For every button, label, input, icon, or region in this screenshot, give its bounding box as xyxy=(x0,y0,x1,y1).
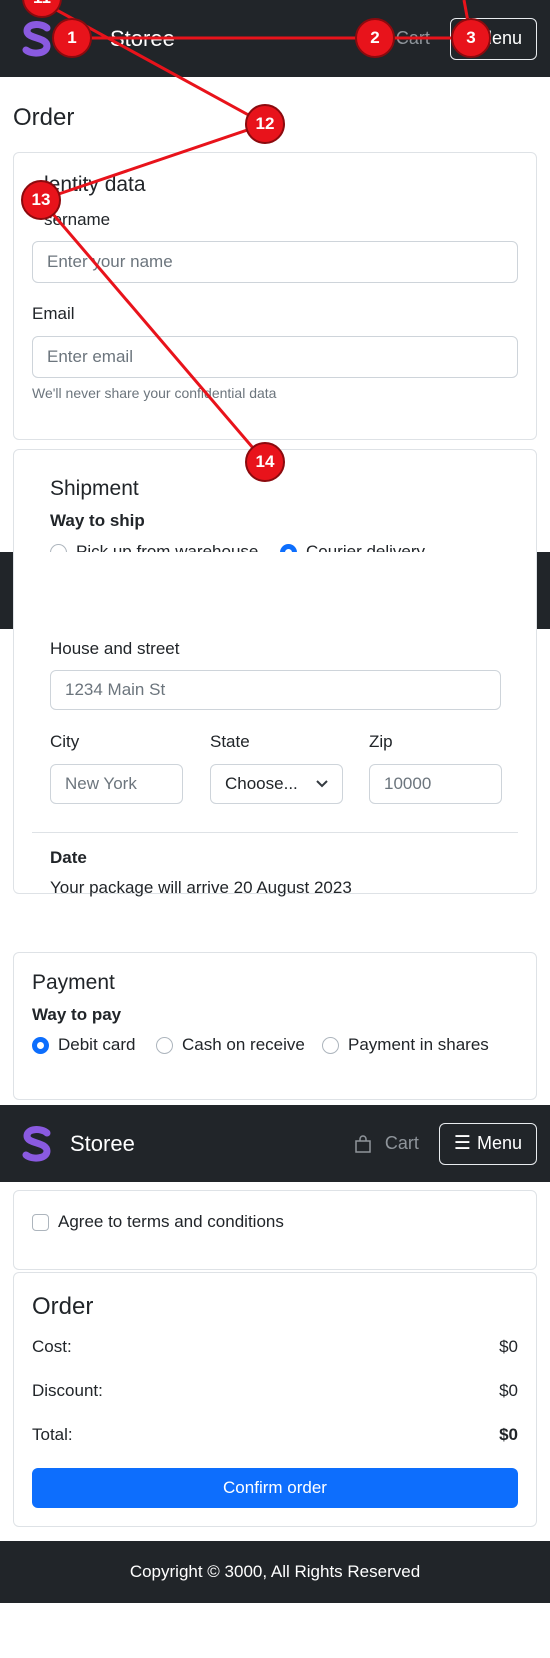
shares-radio[interactable] xyxy=(322,1036,339,1054)
pay-option-cash[interactable]: Cash on receive xyxy=(156,1035,305,1055)
step-marker-3: 3 xyxy=(451,18,491,58)
menu-label: Menu xyxy=(476,1133,522,1153)
cart-link[interactable]: Cart xyxy=(355,1133,419,1154)
screenshot-section-3: Storee Cart ☰ Menu Agree to terms and co… xyxy=(0,1105,550,1658)
shipment-title: Shipment xyxy=(50,477,139,500)
shares-label: Payment in shares xyxy=(348,1035,489,1054)
step-marker-14: 14 xyxy=(245,442,285,482)
brand-logo[interactable] xyxy=(22,1124,54,1164)
pay-option-debit[interactable]: Debit card xyxy=(32,1035,135,1055)
payment-card: Payment Way to pay Debit card Cash on re… xyxy=(13,952,537,1100)
step-marker-13: 13 xyxy=(21,180,61,220)
cart-link[interactable]: Cart xyxy=(396,28,430,49)
discount-row: Discount: $0 xyxy=(32,1381,518,1401)
chevron-down-icon xyxy=(316,780,328,788)
state-select[interactable]: Choose... xyxy=(210,764,343,804)
ship-option-pickup[interactable]: Pick up from warehouse xyxy=(50,542,258,552)
email-label: Email xyxy=(32,304,75,323)
email-help-text: We'll never share your confidential data xyxy=(32,385,277,401)
pay-option-shares[interactable]: Payment in shares xyxy=(322,1035,489,1055)
step-marker-2: 2 xyxy=(355,18,395,58)
total-row: Total: $0 xyxy=(32,1425,518,1445)
ship-option-courier[interactable]: Courier delivery xyxy=(280,542,425,552)
step-marker-1: 1 xyxy=(52,18,92,58)
identity-card: lentity data sername Enter your name Ema… xyxy=(13,152,537,440)
footer: Copyright © 3000, All Rights Reserved xyxy=(0,1541,550,1603)
menu-button[interactable]: ☰ Menu xyxy=(438,1122,537,1165)
delivery-date-text: Your package will arrive 20 August 2023 xyxy=(50,878,352,897)
screenshot-section-2: Storee Cart ☰ Menu House and street 1234… xyxy=(0,552,550,1105)
street-label: House and street xyxy=(50,639,180,658)
zip-label: Zip xyxy=(369,732,393,751)
shopping-bag-icon xyxy=(355,1134,371,1153)
courier-radio[interactable] xyxy=(280,543,297,552)
cart-label: Cart xyxy=(384,1133,419,1153)
cart-label: Cart xyxy=(395,28,430,48)
debit-radio[interactable] xyxy=(32,1036,49,1054)
cash-radio[interactable] xyxy=(156,1036,173,1054)
city-label: City xyxy=(50,732,80,751)
copyright-text: Copyright © 3000, All Rights Reserved xyxy=(129,1562,421,1581)
email-input[interactable]: Enter email xyxy=(32,336,518,378)
date-label: Date xyxy=(50,848,87,867)
cost-row: Cost: $0 xyxy=(32,1337,518,1357)
terms-checkbox[interactable] xyxy=(32,1213,49,1231)
terms-card: Agree to terms and conditions xyxy=(13,1190,537,1270)
total-label: Total: xyxy=(32,1425,73,1444)
state-select-value: Choose... xyxy=(225,774,298,793)
discount-label: Discount: xyxy=(32,1381,103,1400)
divider xyxy=(32,832,518,833)
way-to-ship-label: Way to ship xyxy=(50,511,145,530)
cost-label: Cost: xyxy=(32,1337,72,1356)
brand-name[interactable]: Storee xyxy=(70,1131,135,1157)
pickup-radio[interactable] xyxy=(50,543,67,552)
pickup-label: Pick up from warehouse xyxy=(76,542,259,552)
page-title: Order xyxy=(13,104,75,131)
step-marker-12: 12 xyxy=(245,104,285,144)
cost-value: $0 xyxy=(499,1337,518,1356)
payment-title: Payment xyxy=(32,971,115,994)
summary-title: Order xyxy=(32,1293,94,1320)
courier-label: Courier delivery xyxy=(306,542,426,552)
way-to-pay-label: Way to pay xyxy=(32,1005,122,1024)
cash-label: Cash on receive xyxy=(182,1035,305,1054)
debit-label: Debit card xyxy=(58,1035,136,1054)
state-label: State xyxy=(210,732,250,751)
street-input[interactable]: 1234 Main St xyxy=(50,670,501,710)
menu-label: lenu xyxy=(487,28,522,48)
city-input[interactable]: New York xyxy=(50,764,183,804)
discount-value: $0 xyxy=(499,1381,518,1400)
zip-input[interactable]: 10000 xyxy=(369,764,502,804)
brand-name[interactable]: Storee xyxy=(110,26,175,52)
navbar: Storee Cart ☰ Menu xyxy=(0,1105,550,1182)
brand-logo[interactable] xyxy=(22,19,54,59)
hamburger-icon: ☰ xyxy=(453,1133,471,1154)
total-value: $0 xyxy=(499,1425,518,1444)
terms-checkbox-row[interactable]: Agree to terms and conditions xyxy=(32,1212,284,1232)
order-summary-card: Order Cost: $0 Discount: $0 Total: $0 Co… xyxy=(13,1272,537,1527)
username-input[interactable]: Enter your name xyxy=(32,241,518,283)
confirm-order-button[interactable]: Confirm order xyxy=(32,1468,518,1508)
terms-label: Agree to terms and conditions xyxy=(58,1212,284,1231)
shipment-card-continued: House and street 1234 Main St City New Y… xyxy=(13,552,537,897)
